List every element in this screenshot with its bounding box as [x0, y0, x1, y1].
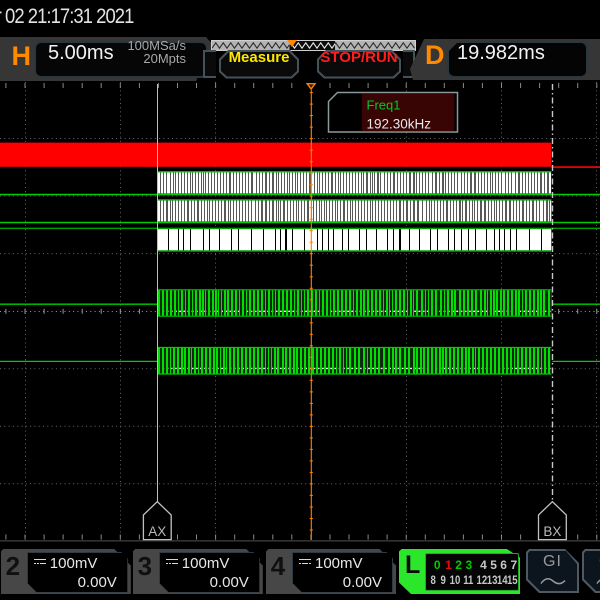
svg-text:AX: AX	[148, 524, 166, 539]
svg-text:Freq1: Freq1	[367, 98, 401, 113]
svg-text:BX: BX	[543, 524, 561, 539]
svg-text:192.30kHz: 192.30kHz	[367, 117, 432, 132]
